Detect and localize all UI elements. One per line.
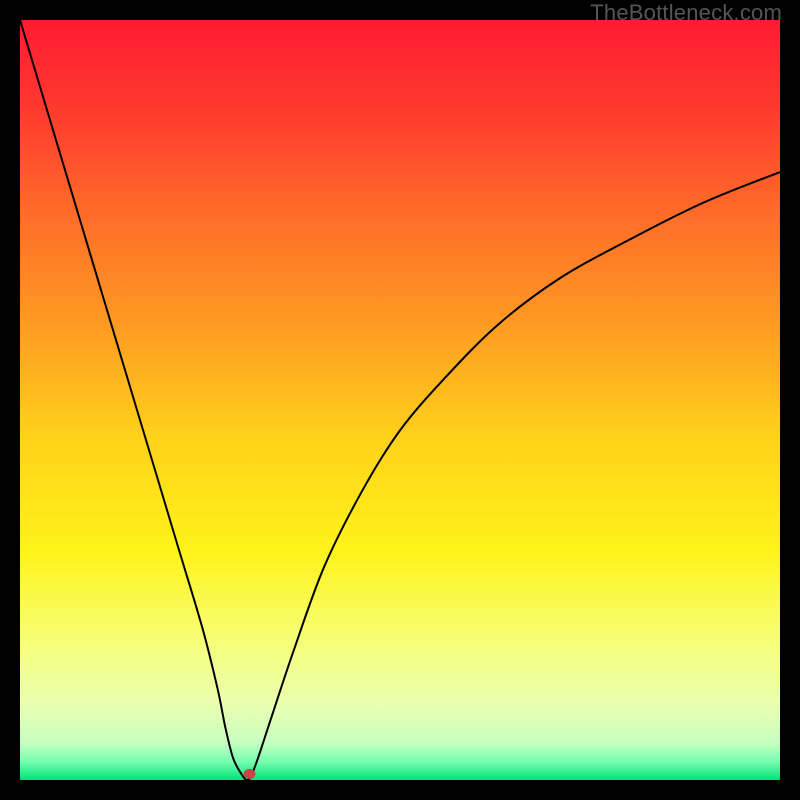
min-point-marker	[244, 769, 256, 779]
chart-frame: TheBottleneck.com	[0, 0, 800, 800]
plot-area	[20, 20, 780, 780]
watermark-text: TheBottleneck.com	[590, 0, 782, 26]
chart-svg	[20, 20, 780, 780]
